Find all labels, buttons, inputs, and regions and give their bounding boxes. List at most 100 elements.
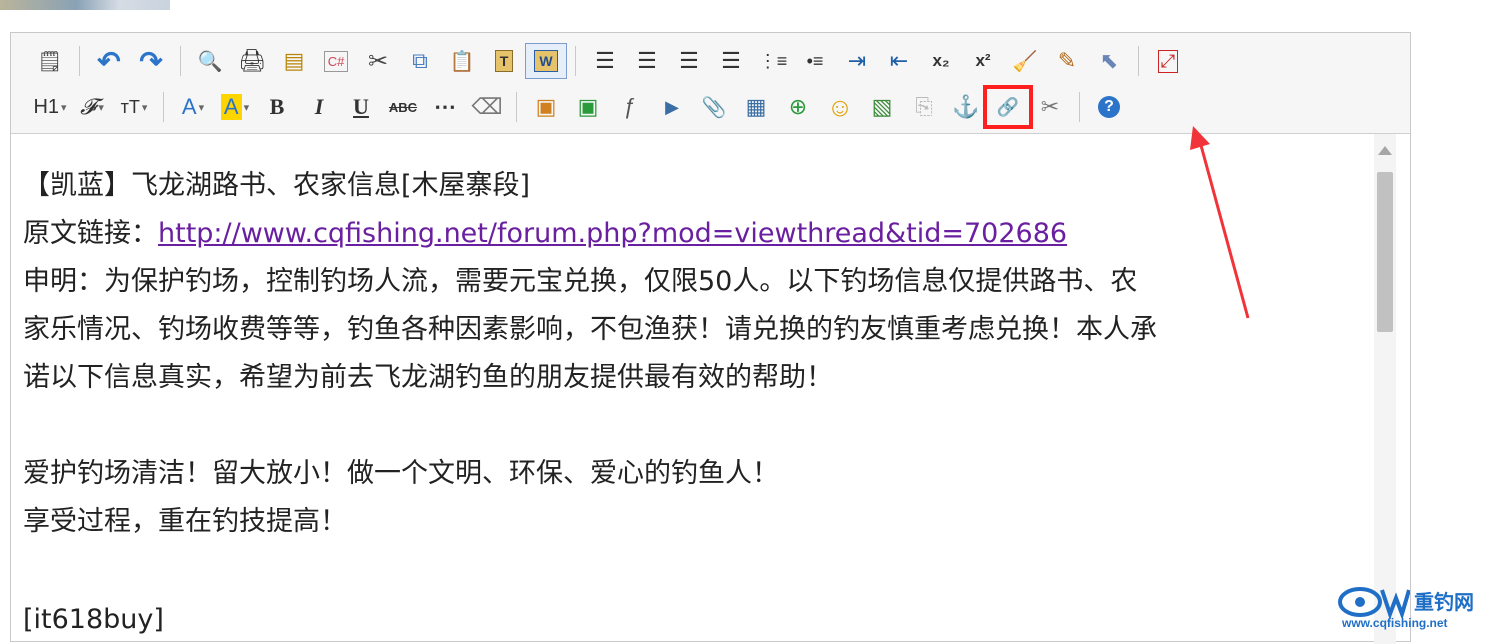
preview-icon: 🔍 bbox=[197, 50, 223, 73]
anchor-button[interactable]: ⚓ bbox=[945, 89, 987, 125]
toolbar-separator bbox=[180, 46, 181, 76]
help-button[interactable]: ? bbox=[1088, 89, 1130, 125]
underline-icon: U bbox=[353, 94, 369, 119]
indent-icon: ⇥ bbox=[847, 48, 867, 73]
ordered-list-icon: ⋮≡ bbox=[758, 50, 788, 71]
align-right-button[interactable]: ☰ bbox=[668, 43, 710, 79]
redo-button[interactable]: ↷ bbox=[130, 43, 172, 79]
scroll-thumb[interactable] bbox=[1377, 172, 1393, 332]
paste-text-button[interactable]: T bbox=[483, 43, 525, 79]
font-family-dropdown[interactable]: 𝓕 ▾ bbox=[71, 89, 113, 125]
chevron-down-icon: ▾ bbox=[198, 101, 205, 114]
quick-format-icon: ✎ bbox=[1057, 48, 1077, 73]
flash-button[interactable]: ƒ bbox=[609, 89, 651, 125]
cut-button[interactable]: ✂ bbox=[357, 43, 399, 79]
code-icon: C# bbox=[323, 50, 349, 72]
superscript-button[interactable]: x² bbox=[962, 43, 1004, 79]
highlight-color-button[interactable]: A ▾ bbox=[214, 89, 256, 125]
outdent-icon: ⇤ bbox=[889, 48, 909, 73]
clear-format-button[interactable]: 🧹 bbox=[1004, 43, 1046, 79]
print-button[interactable]: 🖨 bbox=[231, 43, 273, 79]
slogan-line-2: 享受过程，重在钓技提高！ bbox=[23, 506, 347, 537]
copy-button[interactable]: ⧉ bbox=[399, 43, 441, 79]
table-button[interactable]: ▦ bbox=[735, 89, 777, 125]
toolbar-separator bbox=[163, 92, 164, 122]
table-icon: ▦ bbox=[745, 94, 767, 119]
help-icon: ? bbox=[1098, 96, 1120, 118]
cut-icon: ✂ bbox=[367, 47, 389, 75]
preview-button[interactable]: 🔍 bbox=[189, 43, 231, 79]
link-button[interactable]: 🔗 bbox=[983, 85, 1033, 129]
chevron-down-icon: ▾ bbox=[98, 101, 104, 114]
font-size-dropdown[interactable]: тT ▾ bbox=[113, 89, 155, 125]
horizontal-rule-button[interactable]: ⋯ bbox=[424, 89, 466, 125]
paste-word-icon: W bbox=[534, 50, 558, 72]
fullscreen-icon: ⤢ bbox=[1157, 49, 1179, 73]
flash-icon: ƒ bbox=[623, 94, 637, 119]
watermark-url: www.cqfishing.net bbox=[1342, 616, 1448, 630]
link-icon: 🔗 bbox=[996, 96, 1020, 117]
undo-icon: ↶ bbox=[97, 45, 121, 77]
editor-content[interactable]: 【凯蓝】飞龙湖路书、农家信息[木屋寨段] 原文链接：http://www.cqf… bbox=[11, 134, 1379, 644]
page-break-button[interactable]: ⎘ bbox=[903, 89, 945, 125]
slogan-line-1: 爱护钓场清洁！留大放小！做一个文明、环保、爱心的钓鱼人！ bbox=[23, 458, 779, 489]
fullscreen-button[interactable]: ⤢ bbox=[1147, 43, 1189, 79]
subscript-icon: x₂ bbox=[932, 51, 950, 70]
chevron-down-icon: ▾ bbox=[61, 101, 67, 114]
multi-image-button[interactable]: ▣ bbox=[567, 89, 609, 125]
statement-line-2: 家乐情况、钓场收费等等，钓鱼各种因素影响，不包渔获！请兑换的钓友慎重考虑兑换！本… bbox=[23, 314, 1157, 345]
outdent-button[interactable]: ⇤ bbox=[878, 43, 920, 79]
paste-word-button[interactable]: W bbox=[525, 43, 567, 79]
template-button[interactable]: ▤ bbox=[273, 43, 315, 79]
ordered-list-button[interactable]: ⋮≡ bbox=[752, 43, 794, 79]
print-icon: 🖨 bbox=[238, 48, 266, 73]
vertical-scrollbar[interactable] bbox=[1374, 134, 1396, 644]
font-color-button[interactable]: A ▾ bbox=[172, 89, 214, 125]
select-all-icon: ⬉ bbox=[1099, 48, 1119, 73]
unordered-list-button[interactable]: •≡ bbox=[794, 43, 836, 79]
shortcode-line: [it618buy] bbox=[23, 604, 164, 635]
justify-icon: ☰ bbox=[721, 48, 741, 73]
select-all-button[interactable]: ⬉ bbox=[1088, 43, 1130, 79]
toolbar-row-2: H1 ▾ 𝓕 ▾ тT ▾ A ▾ A ▾ B I U ABC ⋯ ⌫ ▣ ▣ ƒ ▶ 📎… bbox=[29, 85, 1130, 129]
strikethrough-button[interactable]: ABC bbox=[382, 89, 424, 125]
code-button[interactable]: C# bbox=[315, 43, 357, 79]
indent-button[interactable]: ⇥ bbox=[836, 43, 878, 79]
source-link[interactable]: http://www.cqfishing.net/forum.php?mod=v… bbox=[158, 218, 1067, 249]
source-button[interactable]: 🗒 bbox=[29, 43, 71, 79]
justify-button[interactable]: ☰ bbox=[710, 43, 752, 79]
quick-format-button[interactable]: ✎ bbox=[1046, 43, 1088, 79]
clear-format-icon: 🧹 bbox=[1012, 50, 1038, 73]
unordered-list-icon: •≡ bbox=[806, 50, 824, 71]
unlink-icon: ✂ bbox=[1040, 94, 1060, 119]
undo-button[interactable]: ↶ bbox=[88, 43, 130, 79]
media-button[interactable]: ▶ bbox=[651, 89, 693, 125]
toolbar-separator bbox=[516, 92, 517, 122]
align-center-icon: ☰ bbox=[637, 48, 657, 73]
subscript-button[interactable]: x₂ bbox=[920, 43, 962, 79]
insert-image-button[interactable]: ▣ bbox=[525, 89, 567, 125]
toolbar-separator bbox=[1138, 46, 1139, 76]
attachment-button[interactable]: 📎 bbox=[693, 89, 735, 125]
bold-button[interactable]: B bbox=[256, 89, 298, 125]
scroll-up-arrow-icon[interactable] bbox=[1378, 146, 1392, 155]
eraser-icon: ⌫ bbox=[471, 94, 503, 119]
map-image-icon: ▧ bbox=[871, 94, 893, 119]
paste-button[interactable]: 📋 bbox=[441, 43, 483, 79]
align-left-button[interactable]: ☰ bbox=[584, 43, 626, 79]
emoticon-button[interactable]: ☺ bbox=[819, 89, 861, 125]
insert-row-icon: ⊕ bbox=[788, 94, 808, 119]
underline-button[interactable]: U bbox=[340, 89, 382, 125]
copy-icon: ⧉ bbox=[412, 48, 428, 73]
map-image-button[interactable]: ▧ bbox=[861, 89, 903, 125]
eraser-button[interactable]: ⌫ bbox=[466, 89, 508, 125]
align-center-button[interactable]: ☰ bbox=[626, 43, 668, 79]
unlink-button[interactable]: ✂ bbox=[1029, 89, 1071, 125]
italic-button[interactable]: I bbox=[298, 89, 340, 125]
heading-dropdown[interactable]: H1 ▾ bbox=[29, 89, 71, 125]
rich-text-editor: 🗒 ↶ ↷ 🔍 🖨 ▤ C# ✂ ⧉ 📋 T W ☰ ☰ ☰ ☰ ⋮≡ •≡ ⇥… bbox=[10, 32, 1411, 644]
emoticon-icon: ☺ bbox=[826, 91, 854, 122]
insert-row-button[interactable]: ⊕ bbox=[777, 89, 819, 125]
